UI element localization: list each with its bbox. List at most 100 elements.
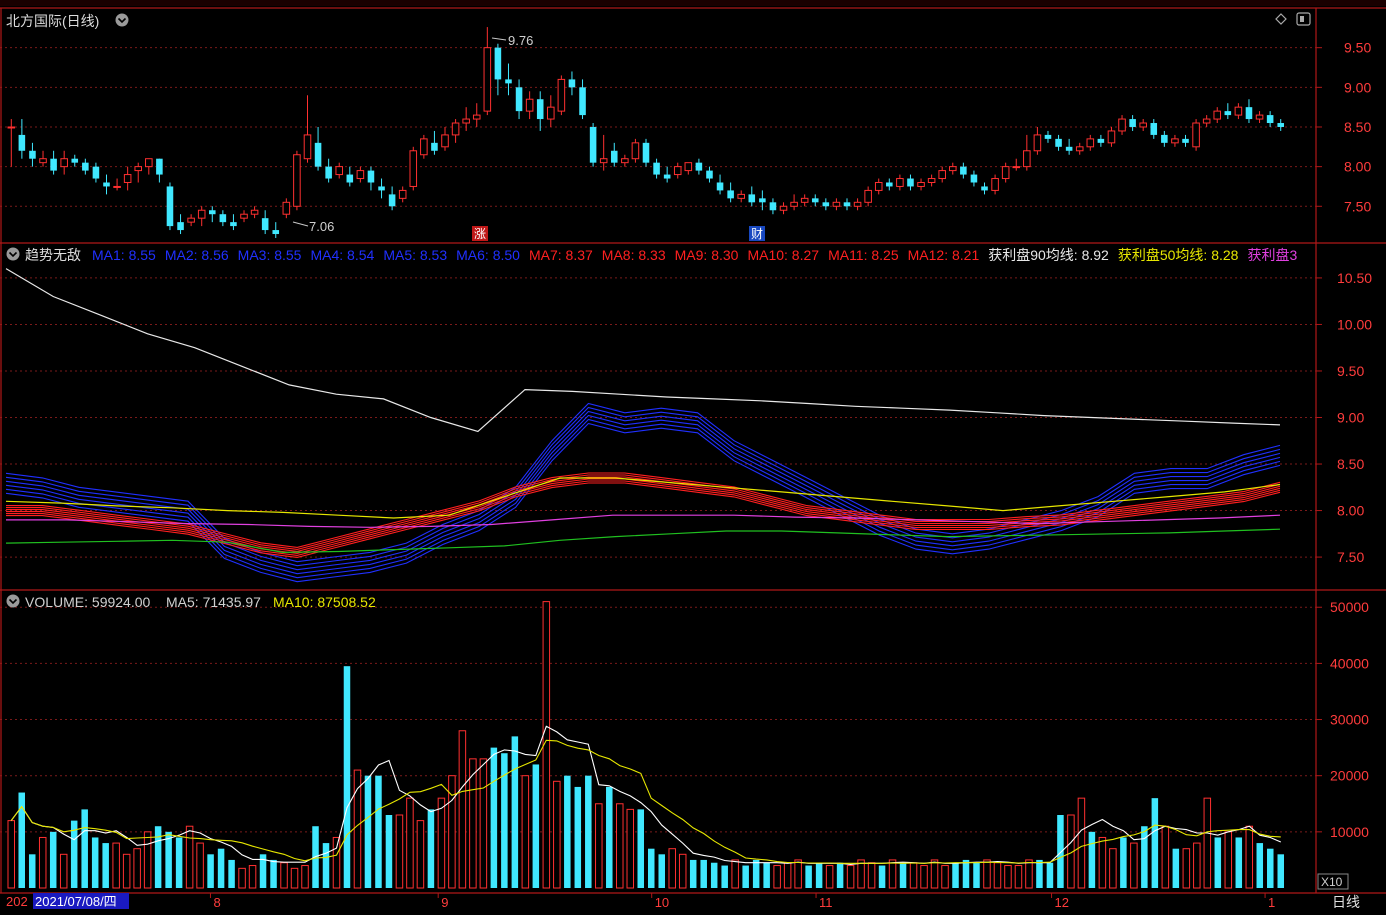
candle-body: [1065, 146, 1073, 151]
candle-body: [113, 185, 121, 188]
event-marker-cai[interactable]: 财: [749, 226, 765, 241]
candle-body: [864, 189, 872, 203]
volume-bar: [364, 775, 372, 888]
volume-bar: [532, 764, 540, 888]
volume-bar: [175, 837, 183, 888]
title-dropdown-icon[interactable]: [115, 13, 129, 27]
volume-bar: [1057, 815, 1064, 888]
candle-body: [515, 87, 523, 112]
volume-bar: [1203, 797, 1212, 889]
top-toolbar-strip: [0, 0, 1386, 6]
volume-bar: [1182, 848, 1191, 889]
volume-bar: [1277, 854, 1285, 888]
volume-bar: [511, 736, 519, 888]
candle-body: [938, 170, 946, 180]
candle-body: [642, 142, 650, 163]
indicator-legend-label: MA10: 8.27: [747, 247, 819, 263]
price-tick-label: 8.50: [1344, 119, 1371, 135]
indicator-legend-label: MA5: 8.53: [383, 247, 447, 263]
volume-bar: [878, 865, 886, 888]
date-axis-left-fragment: 202: [6, 894, 28, 909]
candle-body: [134, 166, 143, 172]
candle-body: [579, 87, 586, 116]
volume-tick-label: 50000: [1330, 599, 1369, 615]
volume-bar: [280, 862, 288, 889]
candle-body: [39, 158, 47, 164]
indicator-dropdown-icon[interactable]: [6, 247, 20, 261]
candle-body: [1266, 115, 1274, 124]
volume-bar: [846, 865, 855, 889]
volume-tick-label: 40000: [1330, 655, 1369, 671]
indicator-legend-label: 获利盘50均线: 8.28: [1118, 247, 1239, 263]
volume-value: VOLUME: 59924.00: [25, 594, 151, 610]
volume-ma10: MA10: 87508.52: [273, 594, 376, 610]
candle-body: [50, 158, 57, 171]
volume-bar: [1141, 826, 1148, 888]
candle-body: [843, 202, 851, 207]
volume-bar: [689, 859, 697, 888]
volume-bar: [783, 862, 792, 889]
indicator-name: 趋势无敌: [25, 247, 81, 263]
candle-body: [716, 182, 724, 191]
event-marker-zhang[interactable]: 涨: [472, 226, 488, 241]
date-tick-label: 1: [1268, 895, 1275, 910]
volume-bar: [1004, 865, 1012, 889]
volume-ma5: MA5: 71435.97: [166, 594, 261, 610]
volume-bar: [59, 853, 68, 889]
volume-bar: [742, 865, 749, 888]
price-tick-label: 7.50: [1344, 198, 1371, 214]
volume-bar: [1172, 848, 1180, 888]
volume-bar: [1256, 843, 1264, 888]
candle-body: [853, 201, 862, 207]
volume-bar: [38, 836, 47, 889]
volume-bar: [973, 862, 980, 888]
candle-body: [1277, 123, 1284, 127]
candle-body: [706, 170, 713, 179]
volume-bar: [343, 666, 351, 888]
indicator-tick-label: 8.00: [1337, 503, 1364, 519]
volume-bar: [585, 775, 592, 888]
candle-body: [282, 201, 291, 215]
volume-bar: [752, 859, 760, 888]
candle-body: [409, 150, 418, 187]
crosshair-date-box: 2021/07/08/四: [33, 893, 129, 909]
candle-body: [917, 181, 925, 187]
volume-bar: [825, 865, 834, 889]
volume-bar: [143, 831, 152, 889]
candle: [642, 138, 650, 167]
candle-body: [589, 126, 597, 163]
volume-bar: [647, 848, 655, 888]
volume-bar: [1245, 825, 1254, 889]
candle-body: [335, 166, 344, 176]
candle-body: [314, 142, 322, 167]
date-tick-label: 9: [441, 895, 448, 910]
candle-body: [896, 178, 904, 187]
candle-body: [388, 194, 396, 207]
volume-bar: [102, 843, 109, 888]
candle-body: [653, 162, 660, 175]
volume-bar: [606, 786, 613, 888]
volume-bar: [133, 848, 141, 889]
indicator-legend-label: MA6: 8.50: [456, 247, 520, 263]
candle-body: [1118, 118, 1126, 132]
candle-body: [219, 214, 227, 223]
candle-body: [494, 47, 502, 80]
candle-body: [346, 174, 354, 183]
candle-body: [991, 178, 999, 191]
period-button[interactable]: 日线: [1332, 894, 1360, 910]
volume-dropdown-icon[interactable]: [6, 594, 20, 608]
candle-body: [71, 158, 79, 163]
candle-body: [1023, 150, 1031, 168]
candle-body: [1224, 111, 1232, 116]
candle: [293, 150, 301, 211]
candle-body: [293, 154, 301, 207]
volume-bar: [385, 815, 393, 888]
volume-bar: [301, 865, 309, 889]
candle-body: [325, 166, 332, 179]
indicator-tick-label: 7.50: [1337, 549, 1364, 565]
candle-body: [303, 134, 312, 160]
stock-chart[interactable]: 9.509.008.508.007.50 北方国际(日线) 9.76 7.06 …: [0, 0, 1386, 915]
candle-body: [367, 170, 375, 183]
candle-body: [29, 150, 36, 159]
volume-bar: [196, 842, 204, 889]
